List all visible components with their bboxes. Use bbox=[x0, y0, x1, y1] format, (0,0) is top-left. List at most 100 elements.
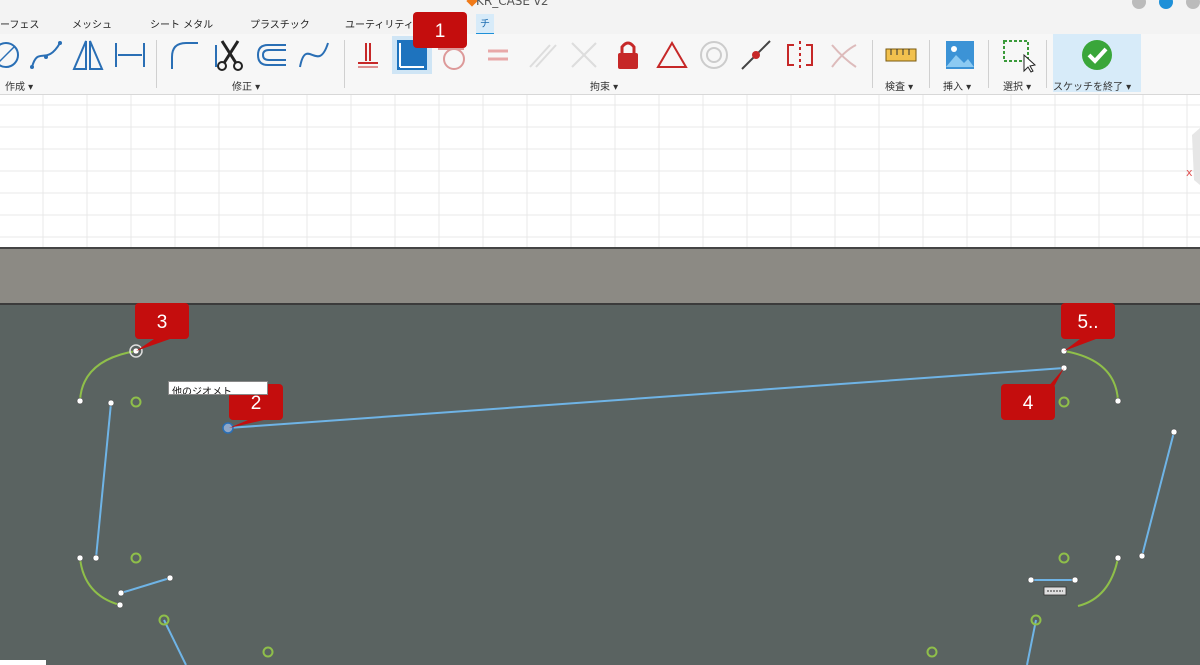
arc-center-point[interactable] bbox=[1058, 396, 1070, 408]
sketch-point[interactable] bbox=[1060, 364, 1068, 372]
sketch-point[interactable] bbox=[1114, 397, 1122, 405]
group-label-insert[interactable]: 挿入 ▾ bbox=[943, 78, 971, 93]
insert-image-button[interactable] bbox=[940, 36, 980, 74]
symmetry-constraint-button[interactable] bbox=[780, 36, 820, 74]
triangle-icon bbox=[72, 40, 104, 70]
sketch-point[interactable] bbox=[132, 347, 140, 355]
fillet-tool-button[interactable] bbox=[164, 36, 204, 74]
sketch-arc[interactable] bbox=[1063, 350, 1119, 402]
status-bar-fragment bbox=[0, 660, 46, 665]
midpoint-icon bbox=[656, 41, 688, 68]
fix-constraint-button[interactable] bbox=[608, 36, 648, 74]
document-title: KR_CASE v2 bbox=[476, 0, 549, 8]
offset-tool-button[interactable] bbox=[252, 36, 292, 74]
arc-center-point[interactable] bbox=[926, 646, 938, 658]
dimension-width-icon bbox=[115, 43, 145, 67]
coincident-constraint-button[interactable] bbox=[392, 36, 432, 74]
tab-utilities[interactable]: ユーティリティ bbox=[345, 16, 414, 31]
sketch-line[interactable] bbox=[163, 619, 187, 665]
sketch-line-selected[interactable] bbox=[227, 367, 1065, 429]
finish-sketch-button[interactable]: スケッチを終了 ▾ bbox=[1053, 34, 1141, 93]
sketch-point[interactable] bbox=[1114, 554, 1122, 562]
account-icon[interactable] bbox=[1158, 0, 1173, 9]
concentric-constraint-button[interactable] bbox=[694, 36, 734, 74]
fix-lock-icon bbox=[618, 41, 638, 69]
grid bbox=[0, 95, 1200, 249]
group-label-constraints[interactable]: 拘束 ▾ bbox=[590, 78, 618, 93]
horizontal-constraint-glyph[interactable] bbox=[1043, 586, 1067, 596]
dimension-tool-button[interactable] bbox=[110, 36, 150, 74]
sketch-point[interactable] bbox=[1138, 552, 1146, 560]
finish-check-icon bbox=[1082, 40, 1112, 70]
arc-center-point[interactable] bbox=[262, 646, 274, 658]
equal-constraint-button[interactable] bbox=[478, 36, 518, 74]
measure-icon bbox=[885, 48, 917, 62]
notification-icon[interactable] bbox=[1186, 0, 1200, 9]
offset-icon bbox=[256, 44, 286, 66]
tangent-constraint-button[interactable] bbox=[432, 36, 472, 74]
tab-sheet-metal[interactable]: シート メタル bbox=[150, 16, 213, 31]
browser-panel-header[interactable] bbox=[0, 101, 66, 125]
sketch-point[interactable] bbox=[76, 554, 84, 562]
group-label-create[interactable]: 作成 ▾ bbox=[5, 78, 33, 93]
trim-tool-button[interactable] bbox=[210, 36, 250, 74]
group-label-inspect[interactable]: 検査 ▾ bbox=[885, 78, 913, 93]
curve-tool-button[interactable] bbox=[294, 36, 334, 74]
group-label-select[interactable]: 選択 ▾ bbox=[1003, 78, 1031, 93]
sketch-point[interactable] bbox=[1060, 347, 1068, 355]
spline-tool-button[interactable] bbox=[26, 36, 66, 74]
sketch-arc[interactable] bbox=[79, 557, 121, 606]
callout-marker-3: 3 bbox=[135, 303, 189, 351]
tab-mesh[interactable]: メッシュ bbox=[72, 16, 112, 31]
parallel-constraint-button[interactable] bbox=[522, 36, 562, 74]
sketch-line[interactable] bbox=[95, 402, 112, 559]
callout-label: 2 bbox=[251, 393, 262, 414]
callout-label: 4 bbox=[1023, 393, 1034, 414]
tab-sketch[interactable]: チ bbox=[476, 14, 494, 35]
sketch-point[interactable] bbox=[117, 589, 125, 597]
arc-center-point[interactable] bbox=[130, 552, 142, 564]
ribbon-separator bbox=[988, 40, 989, 88]
title-bar: KR_CASE v2 bbox=[0, 0, 1200, 12]
sketch-point[interactable] bbox=[116, 601, 124, 609]
circle-tool-button[interactable] bbox=[0, 36, 26, 74]
select-window-button[interactable] bbox=[998, 36, 1038, 74]
arc-center-point[interactable] bbox=[158, 614, 170, 626]
viewcube-fragment[interactable]: x bbox=[1186, 128, 1200, 185]
sketch-point[interactable] bbox=[1027, 576, 1035, 584]
collapse-icon[interactable] bbox=[44, 108, 54, 118]
sketch-point[interactable] bbox=[92, 554, 100, 562]
collinear-constraint-button[interactable] bbox=[736, 36, 776, 74]
tab-plastic[interactable]: プラスチック bbox=[250, 16, 310, 31]
sketch-point[interactable] bbox=[1170, 428, 1178, 436]
sketch-face bbox=[0, 305, 1200, 665]
sketch-arc[interactable] bbox=[1077, 557, 1119, 607]
curvature-constraint-button[interactable] bbox=[824, 36, 864, 74]
mirror-tool-button[interactable] bbox=[68, 36, 108, 74]
group-label-finish[interactable]: スケッチを終了 ▾ bbox=[1053, 78, 1131, 93]
select-window-icon bbox=[1003, 40, 1037, 73]
sketch-line[interactable] bbox=[120, 577, 171, 594]
sketch-line[interactable] bbox=[1141, 431, 1175, 557]
sketch-line[interactable] bbox=[1026, 619, 1037, 665]
horizontal-vertical-constraint-button[interactable] bbox=[348, 36, 388, 74]
arc-center-point[interactable] bbox=[1058, 552, 1070, 564]
help-icon[interactable] bbox=[1131, 0, 1146, 9]
sketch-point[interactable] bbox=[107, 399, 115, 407]
sketch-point[interactable] bbox=[166, 574, 174, 582]
tab-surface[interactable]: ーフェス bbox=[0, 16, 39, 31]
arc-center-point[interactable] bbox=[130, 396, 142, 408]
selected-point[interactable] bbox=[222, 422, 234, 434]
arc-center-point[interactable] bbox=[1030, 614, 1042, 626]
group-label-modify[interactable]: 修正 ▾ bbox=[232, 78, 260, 93]
horizontal-vertical-icon bbox=[358, 43, 378, 68]
sketch-canvas[interactable]: x 12345.. bbox=[0, 0, 1200, 665]
sketch-point[interactable] bbox=[76, 397, 84, 405]
inspect-measure-button[interactable] bbox=[881, 36, 921, 74]
midpoint-constraint-button[interactable] bbox=[652, 36, 692, 74]
perpendicular-constraint-button[interactable] bbox=[564, 36, 604, 74]
sketch-point[interactable] bbox=[1071, 576, 1079, 584]
sketch-arc[interactable] bbox=[79, 350, 137, 402]
ribbon-separator bbox=[872, 40, 873, 88]
finish-sketch-icon-wrap bbox=[1077, 36, 1117, 74]
